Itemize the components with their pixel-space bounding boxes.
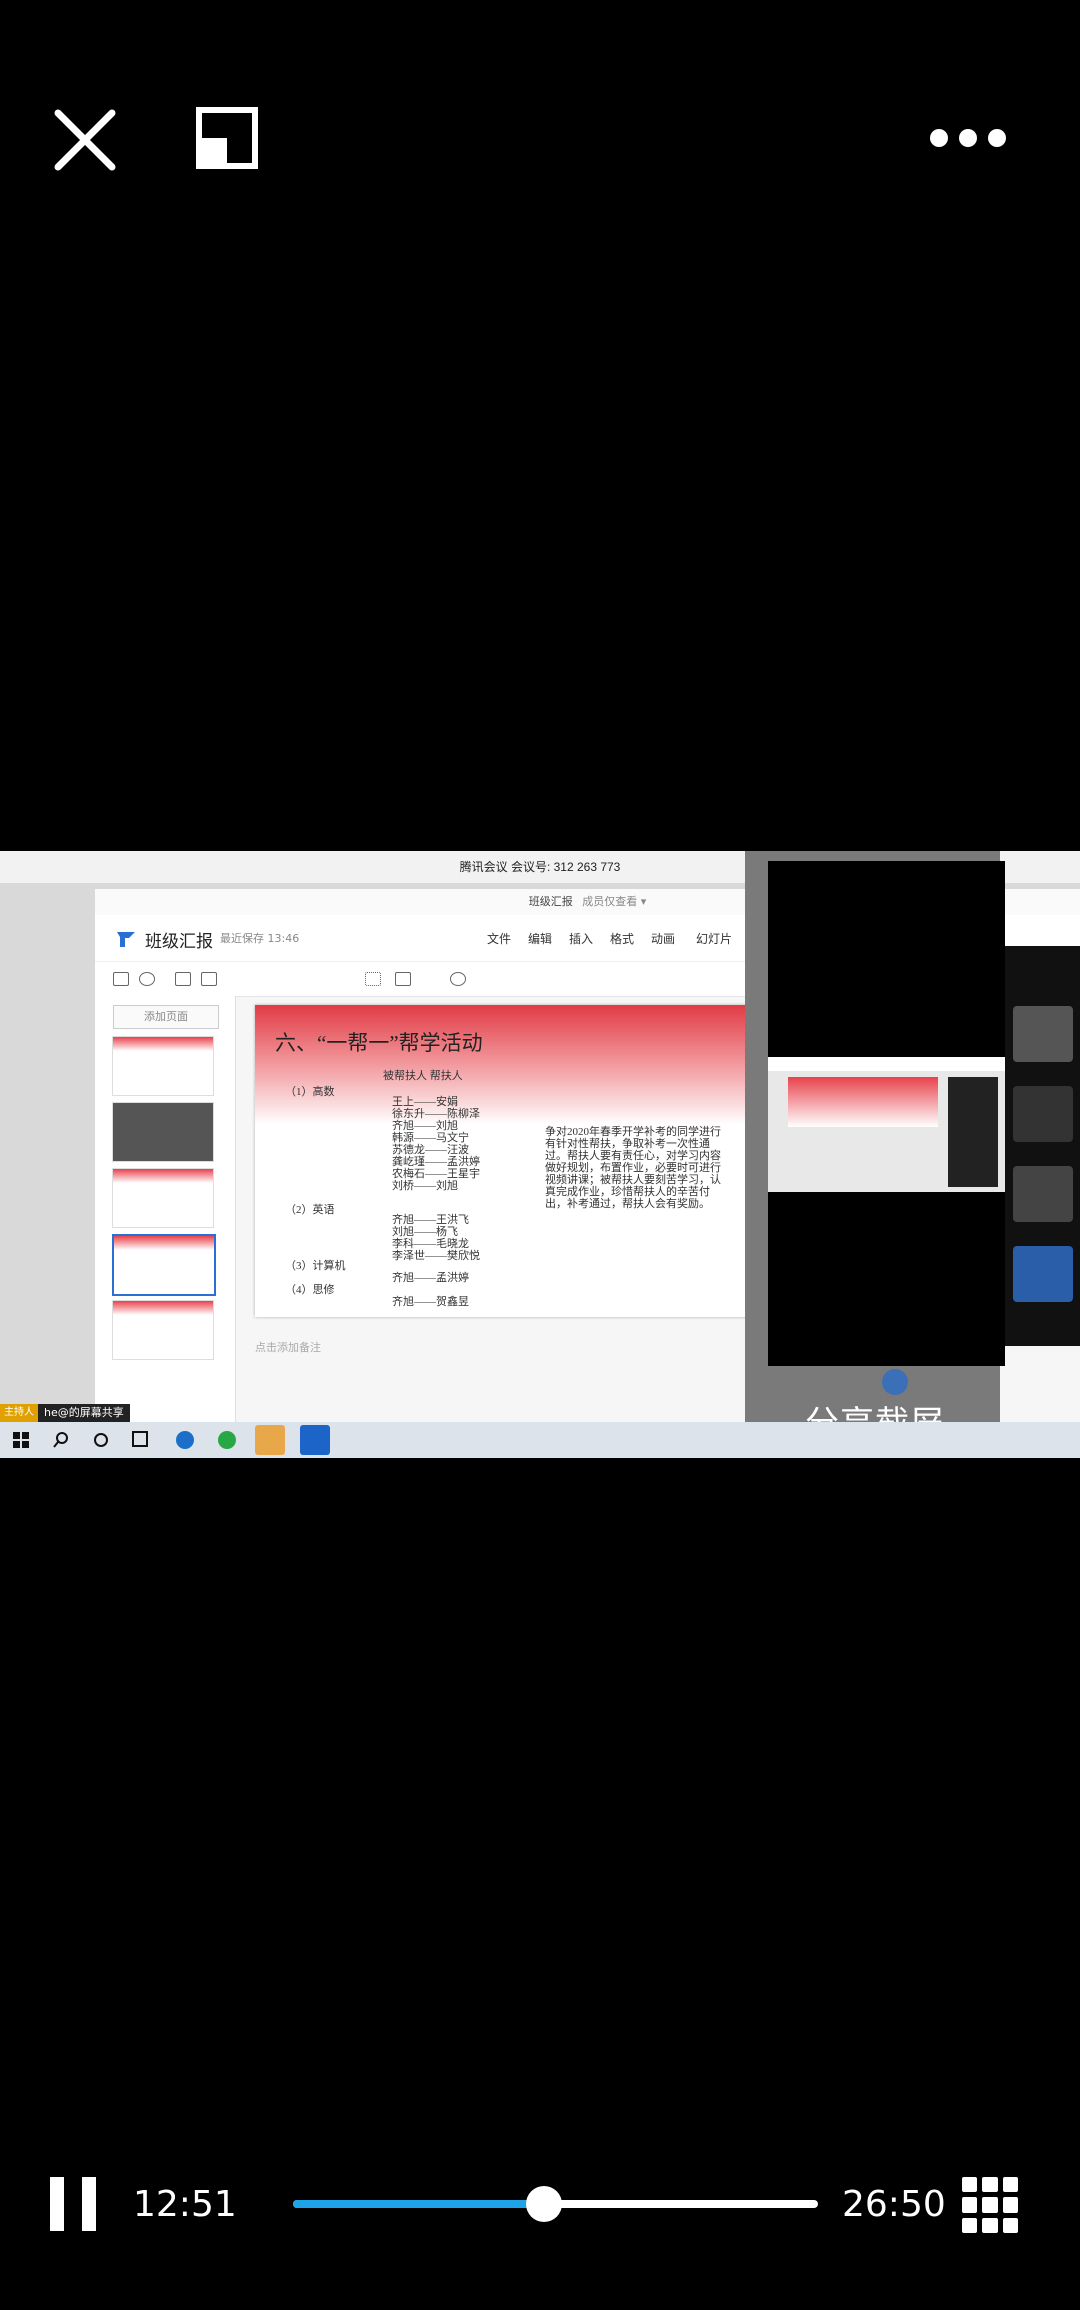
grid-button[interactable] (962, 2177, 1018, 2233)
edge-browser-icon (176, 1431, 194, 1449)
table-tool-icon[interactable] (201, 972, 217, 986)
search-icon (53, 1432, 68, 1448)
slide-header-band (255, 1005, 750, 1125)
meeting-title: 腾讯会议 会议号: 312 263 773 (459, 860, 621, 874)
app-name: 班级汇报 (145, 932, 213, 952)
paragraph-line: 出，补考通过，帮扶人会有奖励。 (545, 1198, 710, 1210)
pair-item: 齐旭——贺鑫昱 (392, 1296, 469, 1308)
layout-tool-icon[interactable] (395, 972, 411, 986)
grid-icon (962, 2177, 978, 2193)
shared-screen-preview (768, 1057, 1005, 1192)
ie-browser-icon (218, 1431, 236, 1449)
windows-start-icon (13, 1432, 29, 1448)
slide-thumbnail-pane: 添加页面 (95, 996, 236, 1446)
slide-canvas[interactable]: 六、“一帮一”帮学活动 被帮扶人 帮扶人 （1）高数 （2）英语 （3）计算机 … (255, 1005, 750, 1317)
doc-window-title-suffix: 成员仅查看 ▾ (582, 895, 647, 908)
notes-placeholder[interactable]: 点击添加备注 (255, 1339, 321, 1355)
pause-icon (50, 2177, 64, 2231)
avatar (1013, 1006, 1073, 1062)
host-tag: 主持人 (0, 1404, 38, 1422)
progress-fill (293, 2200, 545, 2208)
search-icon[interactable] (450, 972, 466, 986)
slide-thumbnail[interactable] (112, 1168, 214, 1228)
screenshot-share-icon (882, 1369, 908, 1395)
pair-item: 刘桥——刘旭 (392, 1180, 458, 1192)
windows-taskbar (0, 1422, 1080, 1458)
wechat-icon (255, 1425, 285, 1455)
avatar (1013, 1086, 1073, 1142)
slide-column-header: 被帮扶人 帮扶人 (383, 1070, 463, 1082)
shape-tool-icon[interactable] (139, 972, 155, 986)
tencent-meeting-icon (300, 1425, 330, 1455)
format-painter-icon[interactable] (365, 972, 381, 986)
pause-button[interactable] (50, 2177, 96, 2231)
menu-animation[interactable]: 动画 (651, 930, 675, 947)
subject-label: （2）英语 (285, 1204, 335, 1216)
more-button[interactable] (930, 122, 1006, 152)
close-button[interactable] (50, 105, 120, 175)
slide-title: 六、“一帮一”帮学活动 (275, 1031, 483, 1055)
host-share-label: he@的屏幕共享 (38, 1404, 130, 1422)
pair-item: 齐旭——孟洪婷 (392, 1272, 469, 1284)
menu-insert[interactable]: 插入 (569, 930, 593, 947)
menu-slide[interactable]: 幻灯片 (696, 930, 732, 947)
participant-strip (1005, 946, 1080, 1346)
close-icon (54, 109, 116, 171)
avatar (1013, 1246, 1073, 1302)
image-tool-icon[interactable] (175, 972, 191, 986)
textbox-tool-icon[interactable] (113, 972, 129, 986)
pip-button[interactable] (196, 107, 258, 169)
total-time: 26:50 (842, 2184, 946, 2225)
subject-label: （4）思修 (285, 1284, 335, 1296)
doc-window-title: 班级汇报 (528, 895, 573, 908)
pair-item: 李泽世——樊欣悦 (392, 1250, 480, 1262)
slide-thumbnail[interactable] (112, 1036, 214, 1096)
task-view-icon (132, 1431, 148, 1447)
slide-thumbnail[interactable] (112, 1300, 214, 1360)
pip-icon (196, 107, 258, 169)
cortana-icon (94, 1433, 108, 1447)
saved-status: 最近保存 13:46 (220, 932, 300, 945)
subject-label: （1）高数 (285, 1086, 335, 1098)
menu-edit[interactable]: 编辑 (528, 930, 552, 947)
app-logo-icon (117, 932, 135, 947)
menu-file[interactable]: 文件 (487, 930, 511, 947)
progress-knob[interactable] (526, 2186, 563, 2222)
menu-format[interactable]: 格式 (610, 930, 634, 947)
video-frame[interactable]: 腾讯会议 会议号: 312 263 773 班级汇报 成员仅查看 ▾ 班级汇报 … (0, 851, 1080, 1458)
slide-thumbnail[interactable] (112, 1102, 214, 1162)
slide-thumbnail-active[interactable] (112, 1234, 216, 1296)
avatar (1013, 1166, 1073, 1222)
subject-label: （3）计算机 (285, 1260, 346, 1272)
current-time: 12:51 (133, 2184, 237, 2225)
add-page-button[interactable]: 添加页面 (113, 1005, 219, 1029)
